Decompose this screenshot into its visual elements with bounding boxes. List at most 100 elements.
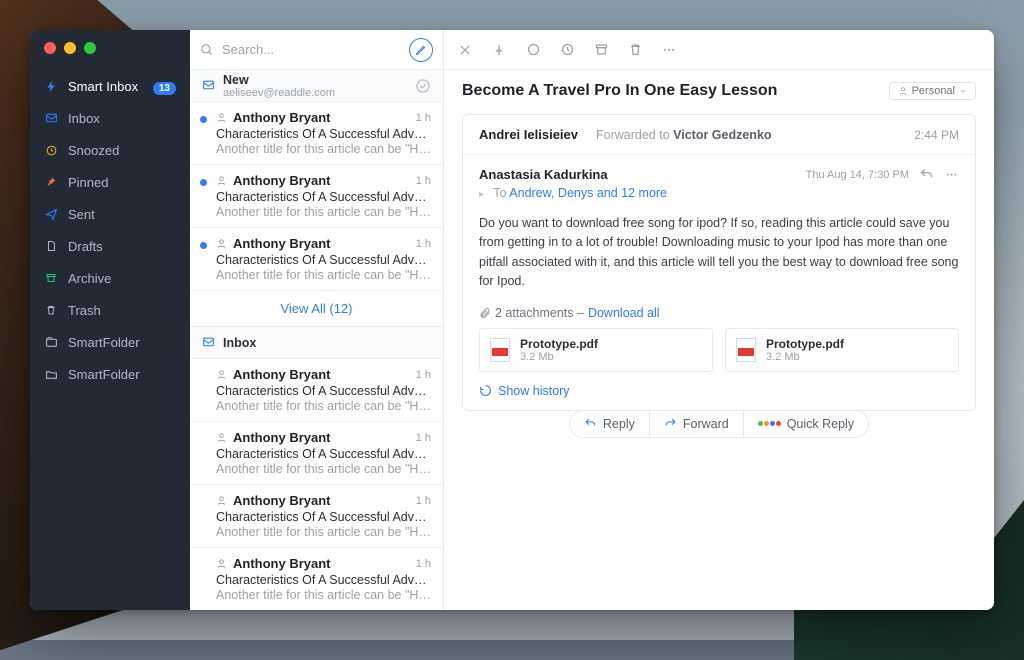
- chevron-right-icon: ▸: [479, 189, 484, 200]
- message-preview: Another title for this article can be "H…: [216, 462, 431, 476]
- person-icon: [216, 112, 227, 123]
- recipients-link[interactable]: Andrew, Denys and 12 more: [509, 186, 667, 200]
- message-subject: Characteristics Of A Successful Adver...: [216, 127, 431, 141]
- message-sender: Anthony Bryant: [233, 556, 331, 571]
- send-icon: [44, 208, 58, 221]
- sidebar-item-sent[interactable]: Sent: [30, 198, 190, 230]
- message-time: 1 h: [416, 112, 431, 124]
- recipients-row[interactable]: ▸ To Andrew, Denys and 12 more: [479, 186, 959, 200]
- search-bar: [190, 30, 443, 70]
- tray-icon: [202, 79, 215, 92]
- person-icon: [216, 432, 227, 443]
- reply-icon[interactable]: [919, 167, 934, 182]
- sidebar-item-label: SmartFolder: [68, 367, 176, 382]
- message-sender: Anthony Bryant: [233, 236, 331, 251]
- mark-unread-icon[interactable]: [524, 41, 542, 59]
- forwarded-info: Forwarded to Victor Gedzenko: [596, 128, 772, 142]
- message-preview: Another title for this article can be "H…: [216, 525, 431, 539]
- attachment[interactable]: Prototype.pdf3.2 Mb: [479, 328, 713, 372]
- message-subject: Characteristics Of A Successful Adver...: [216, 384, 431, 398]
- close-window[interactable]: [44, 42, 56, 54]
- reply-button[interactable]: Reply: [569, 410, 650, 438]
- more-icon[interactable]: [660, 41, 678, 59]
- pin-icon[interactable]: [490, 41, 508, 59]
- message-subject: Characteristics Of A Successful Adver...: [216, 253, 431, 267]
- sidebar-item-snoozed[interactable]: Snoozed: [30, 134, 190, 166]
- sidebar-item-label: Smart Inbox: [68, 79, 143, 94]
- message-row[interactable]: Anthony Bryant1 hCharacteristics Of A Su…: [190, 485, 443, 548]
- message-row[interactable]: Anthony Bryant1 hCharacteristics Of A Su…: [190, 102, 443, 165]
- attachment[interactable]: Prototype.pdf3.2 Mb: [725, 328, 959, 372]
- unread-dot-icon: [200, 242, 207, 249]
- mail-title: Become A Travel Pro In One Easy Lesson: [462, 82, 777, 100]
- pdf-icon: [490, 338, 510, 362]
- sidebar-item-trash[interactable]: Trash: [30, 294, 190, 326]
- mark-done-icon[interactable]: [415, 78, 431, 94]
- message-preview: Another title for this article can be "H…: [216, 205, 431, 219]
- label-selector[interactable]: Personal: [889, 82, 976, 100]
- thread-header[interactable]: Andrei Ielisieiev Forwarded to Victor Ge…: [463, 115, 975, 155]
- attachment-name: Prototype.pdf: [766, 337, 844, 351]
- sidebar-item-label: Sent: [68, 207, 176, 222]
- maximize-window[interactable]: [84, 42, 96, 54]
- sidebar-item-smart-inbox[interactable]: Smart Inbox13: [30, 70, 190, 102]
- message-row[interactable]: Anthony Bryant1 hCharacteristics Of A Su…: [190, 165, 443, 228]
- archive-icon[interactable]: [592, 41, 610, 59]
- reader-toolbar: [444, 30, 994, 70]
- thread-from: Andrei Ielisieiev: [479, 127, 578, 142]
- trash-icon[interactable]: [626, 41, 644, 59]
- sidebar-item-inbox[interactable]: Inbox: [30, 102, 190, 134]
- quick-reply-button[interactable]: Quick Reply: [743, 410, 869, 438]
- reader-panel: Become A Travel Pro In One Easy Lesson P…: [444, 30, 994, 610]
- clock-icon: [44, 144, 58, 157]
- search-input[interactable]: [222, 42, 401, 57]
- sidebar-item-label: Trash: [68, 303, 176, 318]
- forward-button[interactable]: Forward: [650, 410, 743, 438]
- message-preview: Another title for this article can be "H…: [216, 399, 431, 413]
- window-controls: [30, 30, 190, 66]
- message-row[interactable]: Anthony Bryant1 hCharacteristics Of A Su…: [190, 548, 443, 610]
- sidebar: Smart Inbox13Inbox Snoozed Pinned Sent Draft…: [30, 30, 190, 610]
- message-more-icon[interactable]: [944, 167, 959, 182]
- message-preview: Another title for this article can be "H…: [216, 588, 431, 602]
- minimize-window[interactable]: [64, 42, 76, 54]
- sidebar-item-archive[interactable]: Archive: [30, 262, 190, 294]
- message-subject: Characteristics Of A Successful Adver...: [216, 447, 431, 461]
- compose-button[interactable]: [409, 38, 433, 62]
- sidebar-item-label: Archive: [68, 271, 176, 286]
- person-icon: [216, 175, 227, 186]
- section-header-new[interactable]: New aeliseev@readdle.com: [190, 70, 443, 102]
- unread-dot-icon: [200, 116, 207, 123]
- tray-icon: [202, 336, 215, 349]
- sidebar-item-label: Drafts: [68, 239, 176, 254]
- paperclip-icon: [479, 307, 491, 319]
- smartfolder-icon: [44, 336, 58, 349]
- message-preview: Another title for this article can be "H…: [216, 142, 431, 156]
- download-all-link[interactable]: Download all: [588, 306, 660, 320]
- view-all-link[interactable]: View All (12): [190, 291, 443, 327]
- sidebar-item-smartfolder[interactable]: SmartFolder: [30, 358, 190, 390]
- message-sender: Anthony Bryant: [233, 430, 331, 445]
- show-history-link[interactable]: Show history: [479, 384, 959, 398]
- message-row[interactable]: Anthony Bryant 1 h Characteristics Of A Su…: [190, 228, 443, 291]
- archive-icon: [44, 272, 58, 284]
- message-body: Do you want to download free song for ip…: [479, 214, 959, 292]
- sidebar-item-label: Pinned: [68, 175, 176, 190]
- message-time: 1 h: [416, 238, 431, 250]
- sidebar-item-smartfolder[interactable]: SmartFolder: [30, 326, 190, 358]
- message-subject: Characteristics Of A Successful Adver...: [216, 190, 431, 204]
- sidebar-item-label: Snoozed: [68, 143, 176, 158]
- message-row[interactable]: Anthony Bryant1 hCharacteristics Of A Su…: [190, 359, 443, 422]
- person-icon: [216, 369, 227, 380]
- section-header-inbox[interactable]: Inbox: [190, 327, 443, 359]
- sidebar-item-pinned[interactable]: Pinned: [30, 166, 190, 198]
- message-sender: Anthony Bryant: [233, 173, 331, 188]
- attachment-size: 3.2 Mb: [520, 351, 598, 363]
- trash-icon: [44, 304, 58, 316]
- sidebar-item-drafts[interactable]: Drafts: [30, 230, 190, 262]
- draft-icon: [44, 240, 58, 252]
- snooze-icon[interactable]: [558, 41, 576, 59]
- search-icon: [200, 43, 214, 57]
- close-icon[interactable]: [456, 41, 474, 59]
- message-row[interactable]: Anthony Bryant1 hCharacteristics Of A Su…: [190, 422, 443, 485]
